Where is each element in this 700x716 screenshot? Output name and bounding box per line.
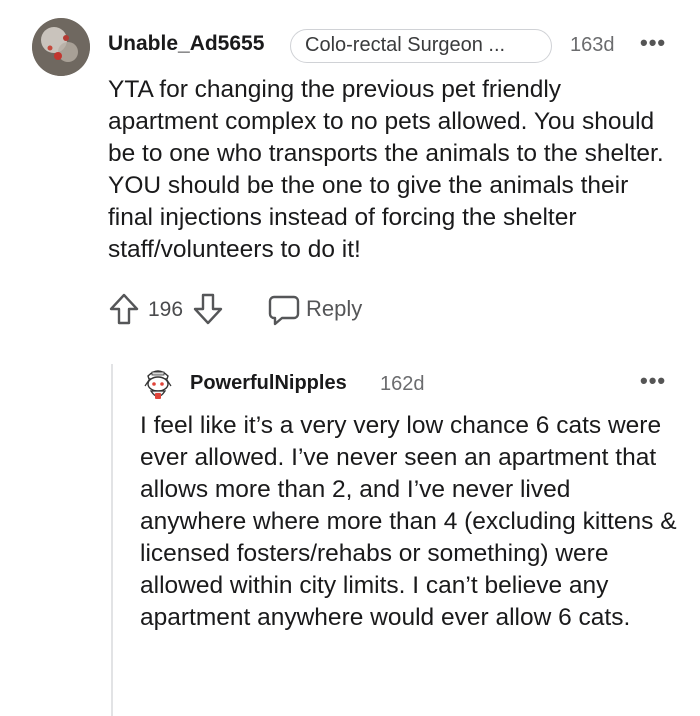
reply-timestamp: 162d [380,373,425,395]
comment-more-button[interactable]: ••• [640,30,666,56]
avatar-image [32,18,90,76]
comment-body: YTA for changing the previous pet friend… [108,76,664,263]
upvote-icon[interactable] [108,292,140,331]
comment-username[interactable]: Unable_Ad5655 [108,32,264,56]
comment-timestamp: 163d [570,34,615,56]
reply-more-button[interactable]: ••• [640,368,666,394]
snoo-avatar-icon [144,370,172,399]
reply-icon [268,294,300,331]
thread-line[interactable] [111,364,113,716]
vote-count: 196 [148,298,184,321]
user-flair: Colo-rectal Surgeon ... [290,29,552,63]
reply-avatar[interactable] [140,366,176,402]
reply-label: Reply [306,296,363,321]
downvote-icon[interactable] [192,292,224,331]
reply-username[interactable]: PowerfulNipples [190,372,347,395]
reply-body: I feel like it’s a very very low chance … [140,412,677,631]
avatar[interactable] [32,18,90,76]
